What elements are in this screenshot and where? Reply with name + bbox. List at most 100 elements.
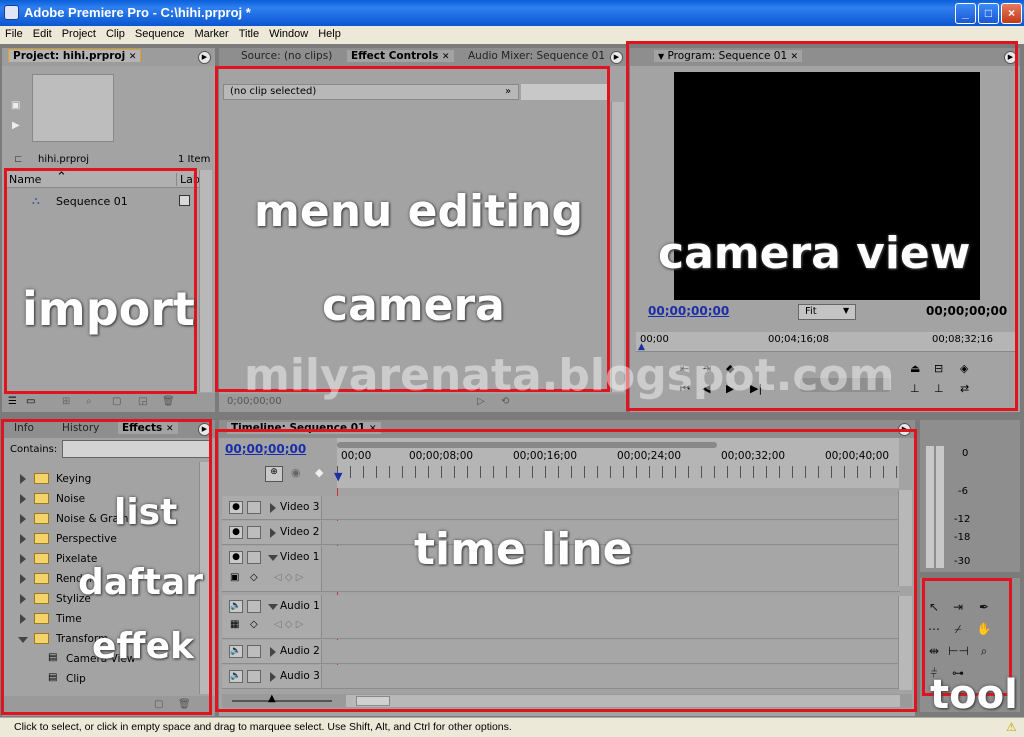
panel-menu-icon[interactable]: ▶ (198, 423, 211, 436)
playhead-icon[interactable]: ▼ (334, 470, 342, 483)
lift-icon[interactable]: ⏏ (910, 362, 920, 375)
track-audio-1[interactable]: 🔈 Audio 1 ▦ ◇ ◁ ◇ ▷ (222, 595, 900, 639)
effects-search-input[interactable] (62, 440, 210, 458)
lock-icon[interactable] (247, 600, 261, 613)
keyframe-icon[interactable]: ◆ (315, 466, 323, 479)
close-tab-icon[interactable]: ✕ (442, 52, 450, 62)
display-style-icon[interactable]: ▦ (230, 619, 239, 630)
timeline-ruler[interactable]: 00;00 00;00;08;00 00;00;16;00 00;00;24;0… (334, 438, 899, 488)
close-tab-icon[interactable]: ✕ (369, 424, 377, 434)
play-icon[interactable]: ▶ (12, 120, 20, 131)
menu-marker[interactable]: Marker (189, 26, 233, 40)
panel-menu-icon[interactable]: ▶ (610, 51, 623, 64)
zoom-fit-dropdown[interactable]: Fit ▼ (798, 304, 856, 320)
tab-source[interactable]: Source: (no clips) (241, 50, 332, 62)
zoom-tool-icon[interactable]: ⌕ (974, 642, 994, 660)
lock-icon[interactable] (247, 670, 261, 683)
output-icon[interactable]: ⇄ (960, 382, 969, 395)
lock-icon[interactable] (247, 551, 261, 564)
track-video-3[interactable]: ● Video 3 (222, 496, 900, 520)
sort-up-icon[interactable]: ⌃ (56, 170, 67, 185)
new-item-icon[interactable]: ◲ (138, 396, 147, 407)
export-frame-icon[interactable]: ◈ (960, 362, 968, 375)
tab-info[interactable]: Info (14, 422, 34, 434)
minimize-button[interactable]: _ (955, 3, 976, 24)
tab-effect-controls[interactable]: Effect Controls ✕ (347, 50, 454, 62)
lock-icon[interactable] (247, 526, 261, 539)
tab-project[interactable]: Project: hihi.prproj ✕ (8, 49, 142, 62)
program-ruler[interactable]: 00;00 00;04;16;08 00;08;32;16 ▲ (636, 332, 1016, 352)
close-tab-icon[interactable]: ✕ (791, 52, 799, 62)
menu-clip[interactable]: Clip (101, 26, 130, 40)
timeline-timecode[interactable]: 00;00;00;00 (225, 442, 306, 456)
keyframe-nav-icon[interactable]: ◁ ◇ ▷ (274, 572, 303, 583)
razor-tool-icon[interactable]: ⌿ (948, 620, 968, 638)
track-audio-2[interactable]: 🔈 Audio 2 (222, 640, 900, 664)
hand-tool-icon[interactable]: ✋ (974, 620, 994, 638)
find-icon[interactable]: ⌕ (86, 396, 92, 407)
speaker-icon[interactable]: 🔈 (229, 670, 243, 683)
lock-icon[interactable] (247, 645, 261, 658)
speaker-icon[interactable]: 🔈 (229, 600, 243, 613)
menu-edit[interactable]: Edit (28, 26, 57, 40)
effect-controls-scrollbar[interactable] (611, 102, 624, 392)
menu-help[interactable]: Help (313, 26, 346, 40)
icon-view-icon[interactable]: ▭ (26, 396, 35, 407)
zoom-slider[interactable] (232, 700, 332, 702)
ripple-edit-tool-icon[interactable]: ⋯ (924, 620, 944, 638)
show-timeline-icon[interactable]: » (505, 86, 511, 97)
label-color-box[interactable] (179, 195, 190, 206)
audio-tracks-scrollbar[interactable] (898, 596, 912, 690)
speaker-icon[interactable]: 🔈 (229, 645, 243, 658)
project-scrollbar[interactable] (199, 170, 212, 392)
effects-folder-keying[interactable]: Keying (2, 470, 198, 490)
pen-tool-icon[interactable]: ✒ (974, 598, 994, 616)
column-label[interactable]: Lab (176, 173, 200, 186)
effect-item-clip[interactable]: ▤ Clip (2, 670, 198, 690)
close-button[interactable]: × (1001, 3, 1022, 24)
panel-menu-icon[interactable]: ▶ (1004, 51, 1017, 64)
close-tab-icon[interactable]: ✕ (166, 424, 174, 434)
menu-project[interactable]: Project (57, 26, 101, 40)
lock-icon[interactable] (247, 501, 261, 514)
program-timecode-current[interactable]: 00;00;00;00 (648, 304, 729, 318)
timeline-hscrollbar[interactable] (346, 695, 900, 707)
tab-program[interactable]: ▼ Program: Sequence 01 ✕ (654, 50, 803, 62)
project-item-row[interactable]: ⛬ Sequence 01 (4, 192, 200, 212)
new-bin-icon[interactable]: ▢ (154, 699, 163, 710)
keyframe-toggle-icon[interactable]: ◇ (250, 572, 258, 583)
extract-icon[interactable]: ⊟ (934, 362, 943, 375)
panel-menu-icon[interactable]: ▶ (898, 423, 911, 436)
automate-icon[interactable]: ⊞ (62, 396, 70, 407)
delete-icon[interactable]: 🗑 (178, 699, 191, 710)
panel-menu-icon[interactable]: ▶ (198, 51, 211, 64)
tab-dropdown-icon[interactable]: ▼ (658, 52, 664, 61)
snap-icon[interactable]: ⊕ (265, 466, 283, 482)
hscroll-thumb[interactable] (356, 696, 390, 706)
zoom-slider-thumb[interactable]: ▲ (268, 693, 276, 704)
keyframe-nav-icon[interactable]: ◁ ◇ ▷ (274, 619, 303, 630)
new-bin-icon[interactable]: ▢ (112, 396, 121, 407)
video-tracks-scrollbar[interactable] (898, 490, 912, 586)
menu-title[interactable]: Title (234, 26, 264, 40)
safe-margins-icon[interactable]: ⊥ (934, 382, 944, 395)
tab-timeline[interactable]: Timeline: Sequence 01 ✕ (227, 422, 381, 434)
tab-audio-mixer[interactable]: Audio Mixer: Sequence 01 (468, 50, 605, 62)
slip-tool-icon[interactable]: ⊢⊣ (948, 642, 969, 660)
track-select-tool-icon[interactable]: ⇥ (948, 598, 968, 616)
trim-icon[interactable]: ⊥ (910, 382, 920, 395)
menu-sequence[interactable]: Sequence (130, 26, 190, 40)
eye-icon[interactable]: ● (229, 551, 243, 564)
column-name[interactable]: Name (9, 173, 41, 186)
eye-icon[interactable]: ● (229, 526, 243, 539)
tab-effects[interactable]: Effects ✕ (118, 422, 178, 434)
rolling-edit-tool-icon[interactable]: ⇹ (924, 642, 944, 660)
delete-icon[interactable]: 🗑 (162, 396, 175, 407)
keyframe-toggle-icon[interactable]: ◇ (250, 619, 258, 630)
list-view-icon[interactable]: ☰ (8, 396, 17, 407)
selection-tool-icon[interactable]: ↖ (924, 598, 944, 616)
menu-window[interactable]: Window (264, 26, 313, 40)
tab-history[interactable]: History (62, 422, 99, 434)
work-area-bar[interactable] (337, 442, 717, 448)
close-tab-icon[interactable]: ✕ (129, 52, 137, 62)
